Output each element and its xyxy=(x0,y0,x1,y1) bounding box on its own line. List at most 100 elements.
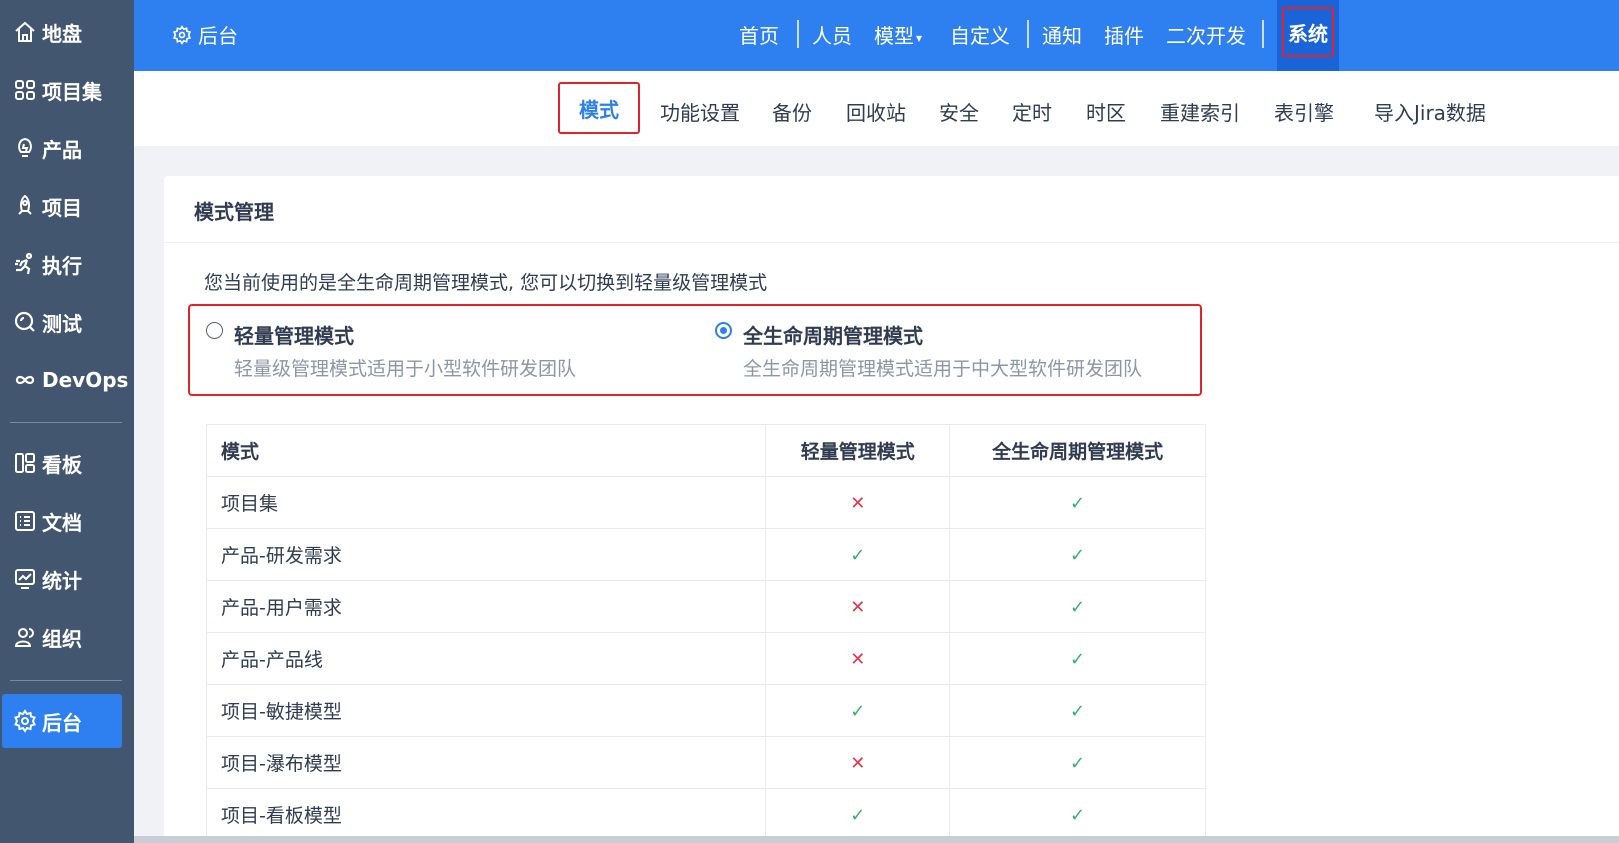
sidebar-item-label: 项目 xyxy=(42,195,82,220)
sidebar-item-admin[interactable]: 后台 xyxy=(2,694,122,748)
sidebar-divider xyxy=(10,680,122,681)
tab-import-jira[interactable]: 导入Jira数据 xyxy=(1374,97,1486,126)
mode-desc: 轻量级管理模式适用于小型软件研发团队 xyxy=(234,358,577,380)
table-row: 项目-瀑布模型 ✕ ✓ xyxy=(205,736,1206,789)
sidebar-item-label: 看板 xyxy=(42,452,82,477)
check-icon: ✓ xyxy=(850,804,866,826)
light-mode-support: ✕ xyxy=(765,736,951,789)
cross-icon: ✕ xyxy=(850,596,866,618)
sidebar-item-doc[interactable]: 文档 xyxy=(0,494,134,548)
sidebar-item-execution[interactable]: 执行 xyxy=(0,237,134,291)
tab-feature-settings[interactable]: 功能设置 xyxy=(660,97,740,126)
table-row: 产品-用户需求 ✕ ✓ xyxy=(205,580,1206,633)
table-row: 项目集 ✕ ✓ xyxy=(205,476,1206,529)
kanban-icon xyxy=(12,450,38,476)
people-icon xyxy=(12,624,38,650)
full-mode-support: ✓ xyxy=(949,632,1206,685)
sidebar-item-program[interactable]: 项目集 xyxy=(0,63,134,117)
sidebar-item-label: DevOps xyxy=(42,368,129,392)
tab-backup[interactable]: 备份 xyxy=(772,97,812,126)
sidebar-item-project[interactable]: 项目 xyxy=(0,179,134,233)
top-nav: 首页 人员 模型 ▾ 自定义 通知 插件 二次开发 xyxy=(134,0,1614,71)
sidebar-item-label: 文档 xyxy=(42,510,82,535)
tab-timezone[interactable]: 时区 xyxy=(1086,97,1126,126)
panel-divider xyxy=(164,242,1619,243)
full-mode-support: ✓ xyxy=(949,580,1206,633)
sidebar-item-dashboard[interactable]: 地盘 xyxy=(0,5,134,59)
feature-name: 项目-看板模型 xyxy=(205,788,767,841)
table-row: 项目-敏捷模型 ✓ ✓ xyxy=(205,684,1206,737)
light-mode-support: ✓ xyxy=(765,528,951,581)
tab-table-engine[interactable]: 表引擎 xyxy=(1274,97,1334,126)
doc-list-icon xyxy=(12,508,38,534)
tab-mode[interactable]: 模式 xyxy=(558,82,640,134)
sidebar-item-devops[interactable]: DevOps xyxy=(0,353,134,407)
top-nav-model-label: 模型 xyxy=(874,24,914,48)
sidebar-divider xyxy=(10,422,122,423)
horizontal-scrollbar[interactable] xyxy=(134,836,1619,843)
light-mode-support: ✓ xyxy=(765,788,951,841)
top-nav-model[interactable]: 模型 ▾ xyxy=(874,20,922,49)
check-icon: ✓ xyxy=(1070,804,1086,826)
tab-trash[interactable]: 回收站 xyxy=(846,97,906,126)
sidebar-item-stats[interactable]: 统计 xyxy=(0,552,134,606)
sidebar-item-label: 统计 xyxy=(42,568,82,593)
infinity-icon xyxy=(12,367,38,393)
top-nav-plugin[interactable]: 插件 xyxy=(1104,20,1144,49)
feature-name: 产品-用户需求 xyxy=(205,580,767,633)
sidebar-item-product[interactable]: 产品 xyxy=(0,121,134,175)
bulb-icon xyxy=(12,135,38,161)
rocket-icon xyxy=(12,193,38,219)
table-row: 产品-研发需求 ✓ ✓ xyxy=(205,528,1206,581)
full-mode-support: ✓ xyxy=(949,528,1206,581)
top-nav-custom[interactable]: 自定义 xyxy=(950,20,1010,49)
sidebar-item-label: 执行 xyxy=(42,253,82,278)
tab-rebuild-index[interactable]: 重建索引 xyxy=(1160,97,1240,126)
top-nav-separator xyxy=(1027,20,1029,48)
column-header: 全生命周期管理模式 xyxy=(949,424,1206,477)
tab-cron[interactable]: 定时 xyxy=(1012,97,1052,126)
table-row: 项目-看板模型 ✓ ✓ xyxy=(205,788,1206,841)
mode-name: 轻量管理模式 xyxy=(234,324,354,348)
grid-icon xyxy=(12,77,38,103)
sidebar-item-kanban[interactable]: 看板 xyxy=(0,436,134,490)
cross-icon: ✕ xyxy=(850,752,866,774)
sidebar-item-label: 测试 xyxy=(42,311,82,336)
light-mode-support: ✕ xyxy=(765,476,951,529)
column-header: 模式 xyxy=(205,424,767,477)
mode-desc: 全生命周期管理模式适用于中大型软件研发团队 xyxy=(743,358,1143,380)
top-nav-system-label: 系统 xyxy=(1282,7,1334,57)
sidebar: 地盘 项目集 产品 项目 执行 测试 DevOps 看板 文档 统计 组织 后台 xyxy=(0,0,134,843)
table-header-row: 模式 轻量管理模式 全生命周期管理模式 xyxy=(205,424,1206,477)
sidebar-item-org[interactable]: 组织 xyxy=(0,610,134,664)
mode-compare-table: 模式 轻量管理模式 全生命周期管理模式 项目集 ✕ ✓ 产品-研发需求 ✓ ✓ … xyxy=(205,424,1206,841)
top-nav-people[interactable]: 人员 xyxy=(812,20,852,49)
sidebar-item-test[interactable]: 测试 xyxy=(0,295,134,349)
sidebar-item-label: 组织 xyxy=(42,626,82,651)
check-icon: ✓ xyxy=(850,700,866,722)
chevron-down-icon: ▾ xyxy=(916,30,923,45)
radio-full[interactable] xyxy=(715,322,732,339)
radio-light[interactable] xyxy=(206,322,223,339)
tab-security[interactable]: 安全 xyxy=(939,97,979,126)
full-mode-support: ✓ xyxy=(949,476,1206,529)
table-row: 产品-产品线 ✕ ✓ xyxy=(205,632,1206,685)
gear-icon xyxy=(12,708,38,734)
top-header: 后台 首页 人员 模型 ▾ 自定义 通知 插件 二次开发 系统 xyxy=(134,0,1619,71)
top-nav-dev[interactable]: 二次开发 xyxy=(1166,20,1246,49)
top-nav-notify[interactable]: 通知 xyxy=(1042,20,1082,49)
light-mode-support: ✕ xyxy=(765,632,951,685)
light-mode-support: ✕ xyxy=(765,580,951,633)
feature-name: 项目-瀑布模型 xyxy=(205,736,767,789)
feature-name: 项目-敏捷模型 xyxy=(205,684,767,737)
sidebar-item-label: 项目集 xyxy=(42,79,102,104)
search-bug-icon xyxy=(12,309,38,335)
full-mode-support: ✓ xyxy=(949,788,1206,841)
top-nav-separator xyxy=(1262,20,1264,48)
cross-icon: ✕ xyxy=(850,492,866,514)
feature-name: 产品-产品线 xyxy=(205,632,767,685)
top-nav-home[interactable]: 首页 xyxy=(739,20,779,49)
panel-title: 模式管理 xyxy=(194,200,274,224)
top-nav-system[interactable]: 系统 xyxy=(1277,0,1339,71)
full-mode-support: ✓ xyxy=(949,736,1206,789)
